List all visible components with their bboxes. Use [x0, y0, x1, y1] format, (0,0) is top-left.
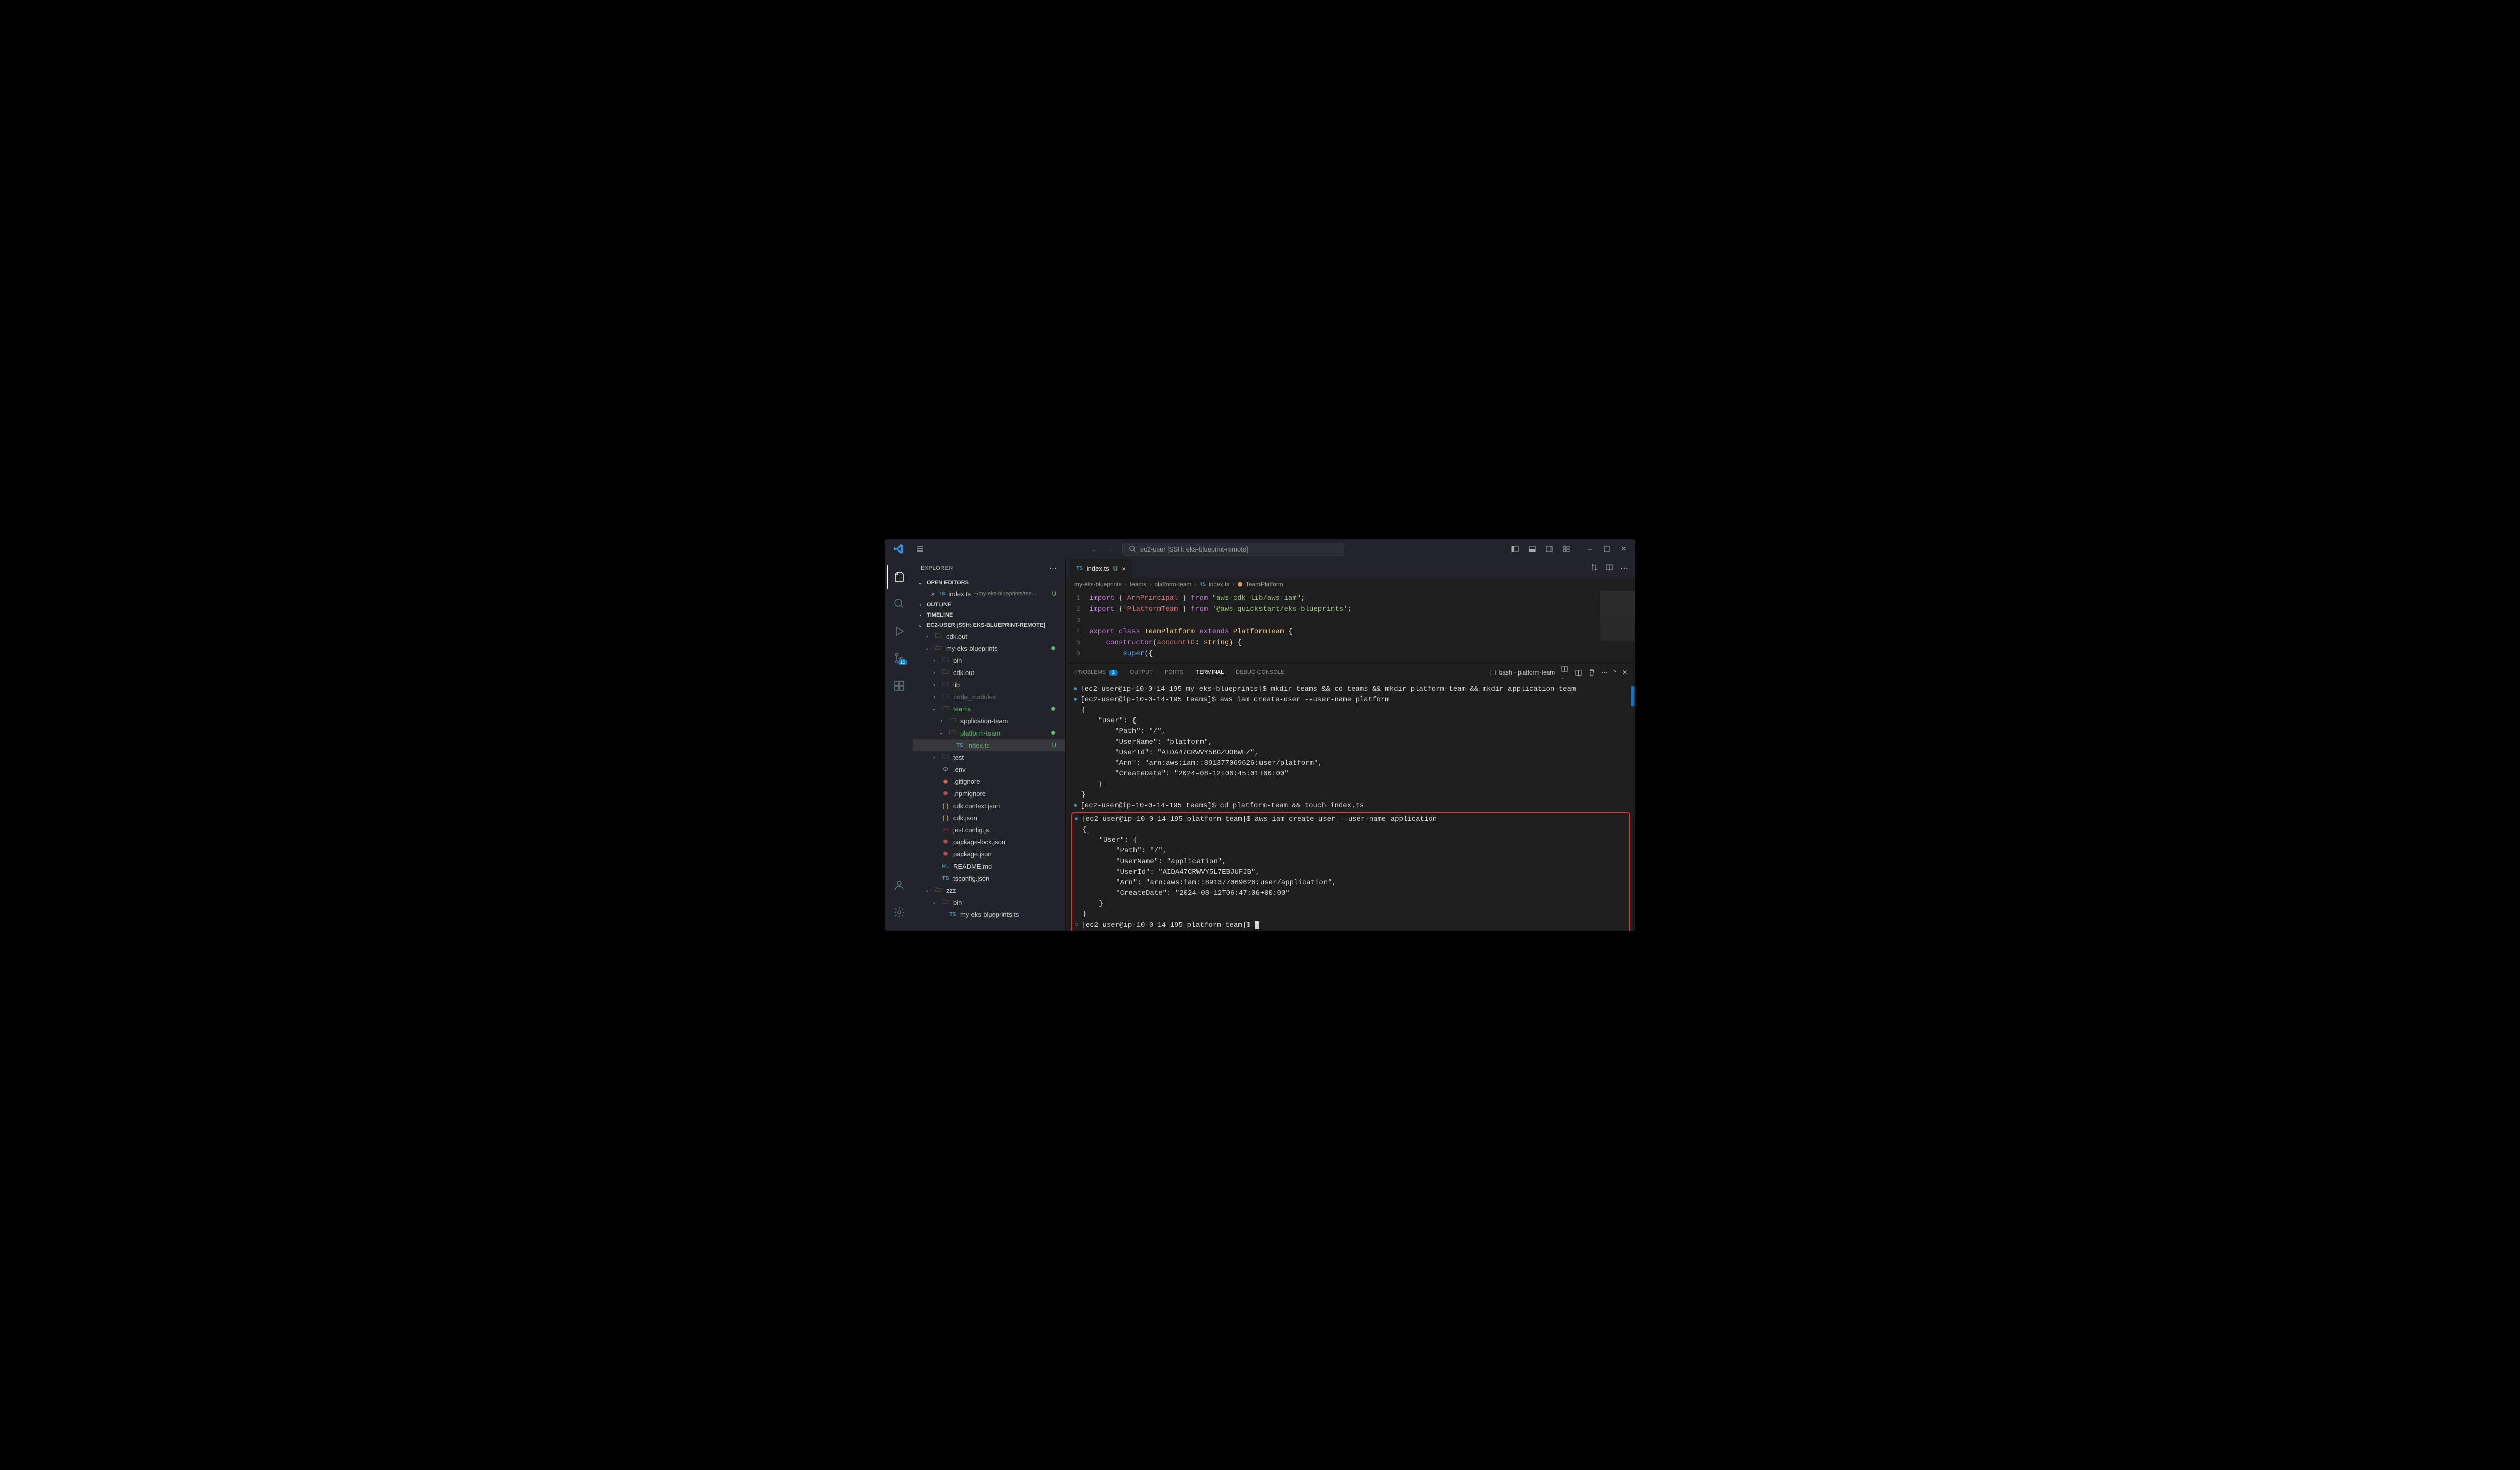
sidebar: EXPLORER ⋯ ⌄OPEN EDITORS × TS index.ts ~…: [913, 559, 1066, 931]
command-center[interactable]: ec2-user [SSH: eks-blueprint-remote]: [1122, 543, 1344, 556]
activitybar: 15: [885, 559, 913, 931]
source-control-icon[interactable]: 15: [887, 646, 911, 670]
folder-item[interactable]: ›🗀application-team: [913, 715, 1065, 727]
file-item[interactable]: JSjest.config.js: [913, 824, 1065, 836]
search-text: ec2-user [SSH: eks-blueprint-remote]: [1140, 545, 1248, 553]
nav-forward-icon[interactable]: →: [1107, 545, 1113, 553]
customize-layout-icon[interactable]: [1559, 541, 1574, 557]
scm-badge: 15: [898, 659, 907, 665]
maximize-icon[interactable]: [1599, 541, 1614, 557]
section-outline[interactable]: ›OUTLINE: [913, 600, 1065, 610]
run-debug-icon[interactable]: [887, 619, 911, 643]
editor-area: TS index.ts U × ⋯ my-eks-blueprints› tea…: [1066, 559, 1635, 931]
file-item[interactable]: TSmy-eks-blueprints.ts: [913, 908, 1065, 921]
folder-item[interactable]: ⌄🗁bin: [913, 896, 1065, 908]
file-item[interactable]: ⬢package.json: [913, 848, 1065, 860]
tab-index-ts[interactable]: TS index.ts U ×: [1070, 559, 1132, 578]
new-terminal-icon[interactable]: [1574, 669, 1582, 677]
minimap[interactable]: [1600, 591, 1635, 641]
folder-item[interactable]: ⌄🗁platform-team: [913, 727, 1065, 739]
vscode-logo: [885, 544, 913, 554]
breadcrumbs[interactable]: my-eks-blueprints› teams› platform-team›…: [1066, 578, 1635, 591]
tab-terminal[interactable]: TERMINAL: [1195, 667, 1225, 678]
file-item[interactable]: ⬢package-lock.json: [913, 836, 1065, 848]
panel-maximize-icon[interactable]: ^: [1613, 669, 1616, 676]
folder-item[interactable]: ›🗀node_modules: [913, 691, 1065, 703]
folder-item[interactable]: ›🗀test: [913, 751, 1065, 763]
shell-selector[interactable]: bash - platform-team: [1489, 669, 1555, 676]
split-editor-icon[interactable]: [1605, 563, 1613, 573]
tab-ports[interactable]: PORTS: [1164, 667, 1185, 678]
file-item[interactable]: ⬢.npmignore: [913, 787, 1065, 800]
search-activity-icon[interactable]: [887, 592, 911, 616]
panel-more-icon[interactable]: ⋯: [1601, 669, 1607, 676]
file-item[interactable]: TSindex.tsU: [913, 739, 1065, 751]
folder-item[interactable]: ⌄🗁teams: [913, 703, 1065, 715]
panel-close-icon[interactable]: ✕: [1622, 669, 1627, 676]
terminal-scroll-marker: [1631, 686, 1634, 706]
file-item[interactable]: M↓README.md: [913, 860, 1065, 872]
editor-tabs: TS index.ts U × ⋯: [1066, 559, 1635, 578]
editor-more-icon[interactable]: ⋯: [1620, 563, 1628, 573]
explorer-icon[interactable]: [887, 565, 911, 589]
tab-output[interactable]: OUTPUT: [1129, 667, 1154, 678]
split-terminal-icon[interactable]: ⌄: [1561, 665, 1568, 680]
layout-bottom-icon[interactable]: [1525, 541, 1540, 557]
tab-debug-console[interactable]: DEBUG CONSOLE: [1235, 667, 1285, 678]
open-editor-item[interactable]: × TS index.ts ~/my-eks-blueprints/tea...…: [913, 588, 1065, 600]
tab-close-icon[interactable]: ×: [1122, 565, 1126, 573]
minimize-icon[interactable]: ─: [1582, 541, 1597, 557]
settings-gear-icon[interactable]: [887, 900, 911, 925]
section-workspace[interactable]: ⌄EC2-USER [SSH: EKS-BLUEPRINT-REMOTE]: [913, 620, 1065, 630]
folder-item[interactable]: ›🗀cdk.out: [913, 630, 1065, 642]
folder-item[interactable]: ›🗀lib: [913, 679, 1065, 691]
layout-right-icon[interactable]: [1542, 541, 1557, 557]
kill-terminal-icon[interactable]: [1588, 669, 1595, 676]
file-item[interactable]: { }cdk.context.json: [913, 800, 1065, 812]
account-icon[interactable]: [887, 873, 911, 897]
folder-item[interactable]: ›🗀bin: [913, 654, 1065, 666]
explorer-tree: ⌄OPEN EDITORS × TS index.ts ~/my-eks-blu…: [913, 578, 1065, 931]
close-icon[interactable]: ✕: [1616, 541, 1631, 557]
sidebar-title: EXPLORER: [921, 565, 953, 571]
vscode-window: ← → ec2-user [SSH: eks-blueprint-remote]…: [885, 539, 1635, 931]
compare-changes-icon[interactable]: [1590, 563, 1598, 573]
file-item[interactable]: ◆.gitignore: [913, 775, 1065, 787]
tab-problems[interactable]: PROBLEMS1: [1074, 667, 1119, 678]
extensions-icon[interactable]: [887, 673, 911, 698]
file-item[interactable]: TStsconfig.json: [913, 872, 1065, 884]
file-item[interactable]: { }cdk.json: [913, 812, 1065, 824]
folder-item[interactable]: ›🗀cdk.out: [913, 666, 1065, 679]
sidebar-more-icon[interactable]: ⋯: [1049, 563, 1058, 573]
file-item[interactable]: ⚙.env: [913, 763, 1065, 775]
nav-back-icon[interactable]: ←: [1091, 545, 1098, 553]
layout-left-icon[interactable]: [1507, 541, 1523, 557]
code-editor[interactable]: 1import { ArnPrincipal } from "aws-cdk-l…: [1066, 591, 1635, 663]
titlebar: ← → ec2-user [SSH: eks-blueprint-remote]…: [885, 539, 1635, 559]
section-timeline[interactable]: ›TIMELINE: [913, 610, 1065, 620]
menu-icon[interactable]: [913, 541, 928, 557]
terminal[interactable]: [ec2-user@ip-10-0-14-195 my-eks-blueprin…: [1066, 681, 1635, 931]
folder-item[interactable]: ⌄🗁my-eks-blueprints: [913, 642, 1065, 654]
section-open-editors[interactable]: ⌄OPEN EDITORS: [913, 578, 1065, 588]
terminal-panel: PROBLEMS1 OUTPUT PORTS TERMINAL DEBUG CO…: [1066, 663, 1635, 931]
folder-item[interactable]: ⌄🗁zzz: [913, 884, 1065, 896]
